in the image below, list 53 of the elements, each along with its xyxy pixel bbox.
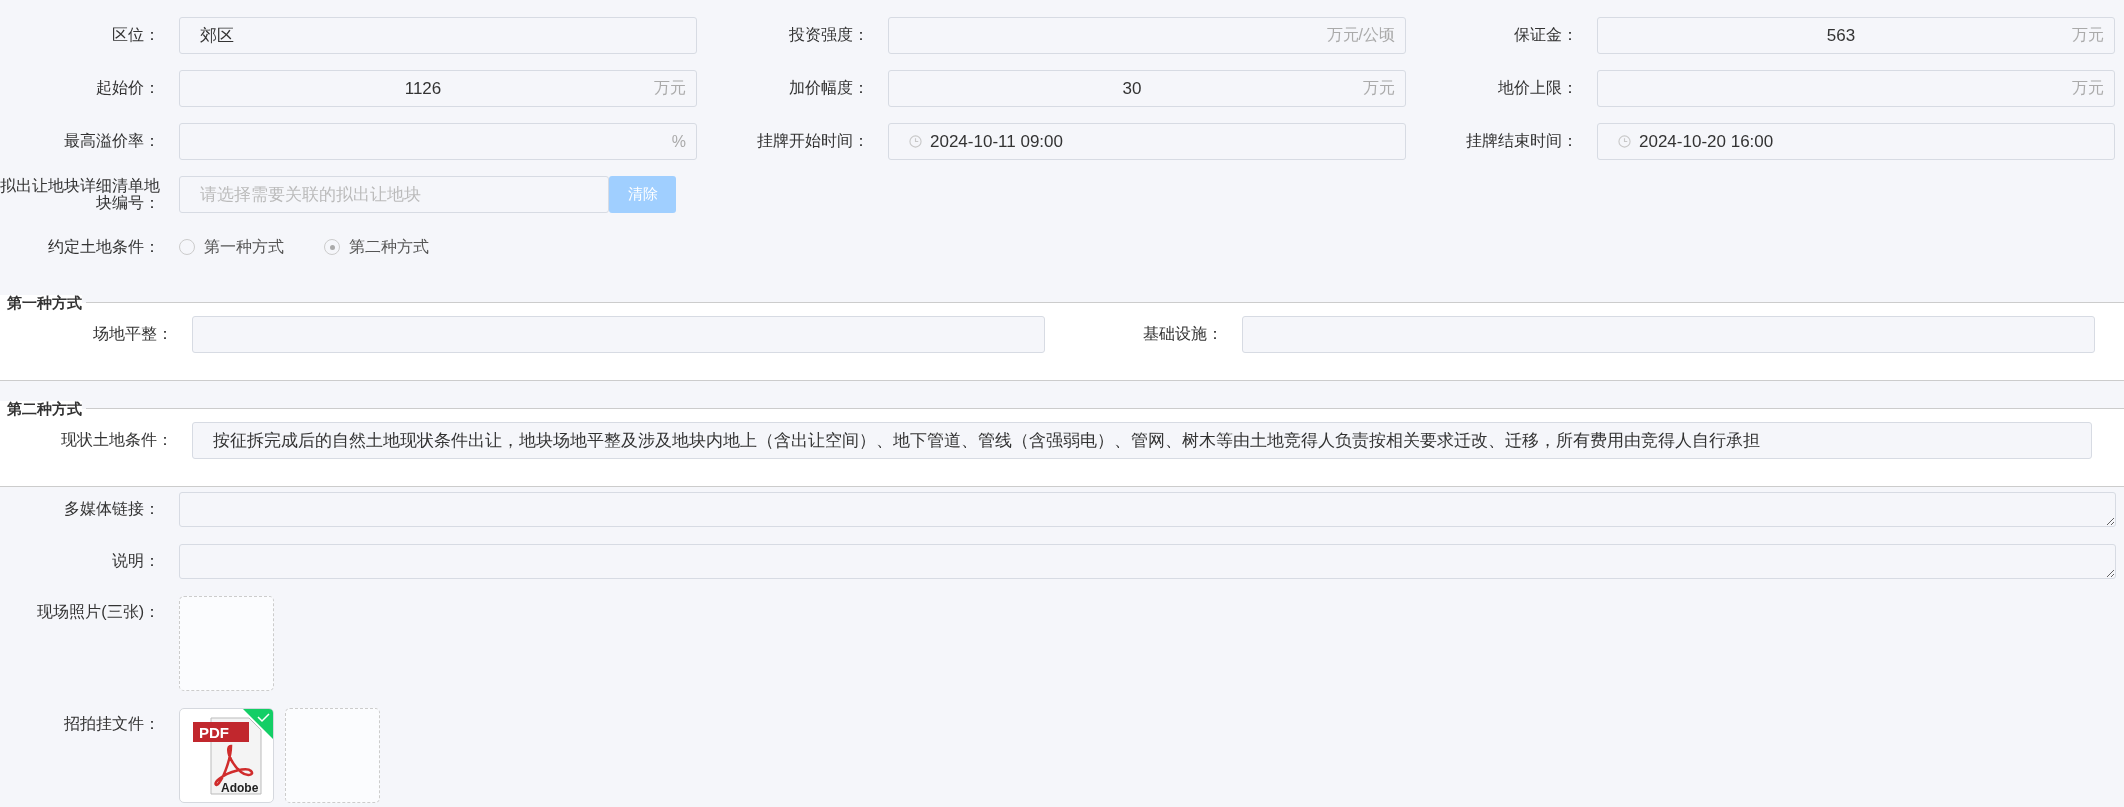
field-label: 多媒体链接： [63, 501, 160, 518]
pdf-file-thumbnail[interactable]: PDF Adobe [179, 708, 274, 803]
input-field[interactable]: 郊区 [179, 17, 697, 54]
field-label: 起始价： [95, 80, 160, 97]
unit-suffix: 万元 [654, 78, 686, 98]
section-title: 第一种方式 [0, 294, 82, 310]
field-label: 保证金： [1513, 27, 1578, 44]
field-label: 现状土地条件： [60, 432, 173, 449]
unit-suffix: 万元 [2072, 78, 2104, 98]
field-label: 招拍挂文件： [63, 714, 160, 733]
input-field[interactable]: 2024-10-20 16:00 [1597, 123, 2115, 160]
field-label: 拟出让地块详细清单地块编号： [0, 177, 160, 212]
unit-suffix: % [671, 132, 686, 151]
field-value: 563 [1826, 25, 1856, 46]
radio-option[interactable]: 第一种方式 [179, 236, 284, 258]
field-label: 区位： [111, 27, 160, 44]
field-label: 挂牌开始时间： [756, 133, 869, 150]
field-value: 郊区 [200, 25, 234, 47]
pdf-file-drawing: PDF Adobe [190, 715, 263, 796]
upload-slot[interactable] [285, 708, 380, 803]
clock-icon [1618, 135, 1631, 148]
upload-slot[interactable] [179, 596, 274, 691]
text-area[interactable] [179, 492, 2116, 527]
field-label: 投资强度： [788, 27, 869, 44]
field-value: 2024-10-20 16:00 [1639, 131, 1774, 152]
input-field[interactable] [192, 316, 1045, 353]
input-field[interactable]: 2024-10-11 09:00 [888, 123, 1406, 160]
input-field[interactable]: 按征拆完成后的自然土地现状条件出让，地块场地平整及涉及地块内地上（含出让空间）、地下管道、管线（含强弱电）、管网、树木等由土地竞得人负责按相关要求迁改、迁移，所有费用由竞得人自行承担 [192, 422, 2092, 459]
input-field[interactable]: 1126 万元 [179, 70, 697, 107]
field-label: 约定土地条件： [47, 238, 160, 256]
input-field[interactable]: 563 万元 [1597, 17, 2115, 54]
field-label: 现场照片(三张)： [36, 602, 160, 621]
section-title: 第二种方式 [0, 400, 82, 416]
field-label: 挂牌结束时间： [1465, 133, 1578, 150]
field-value: 30 [1122, 78, 1142, 99]
field-value: 按征拆完成后的自然土地现状条件出让，地块场地平整及涉及地块内地上（含出让空间）、地下管道、管线（含强弱电）、管网、树木等由土地竞得人负责按相关要求迁改、迁移，所有费用由竞得人自行承担 [213, 430, 1760, 452]
select-field[interactable]: 请选择需要关联的拟出让地块 [179, 176, 609, 213]
field-label: 说明： [111, 553, 160, 570]
clock-icon [909, 135, 922, 148]
input-field[interactable] [1242, 316, 2095, 353]
radio-option[interactable]: 第二种方式 [324, 236, 429, 258]
field-value: 1126 [404, 78, 442, 99]
field-value: 2024-10-11 09:00 [930, 131, 1063, 152]
input-field[interactable]: 30 万元 [888, 70, 1406, 107]
field-label: 基础设施： [1142, 326, 1223, 343]
field-label: 地价上限： [1497, 80, 1578, 97]
text-area[interactable] [179, 544, 2116, 579]
field-label: 场地平整： [92, 326, 173, 343]
unit-suffix: 万元 [2072, 25, 2104, 45]
field-label: 最高溢价率： [63, 133, 160, 150]
field-label: 加价幅度： [788, 80, 869, 97]
unit-suffix: 万元 [1363, 78, 1395, 98]
unit-suffix: 万元/公顷 [1326, 25, 1395, 45]
